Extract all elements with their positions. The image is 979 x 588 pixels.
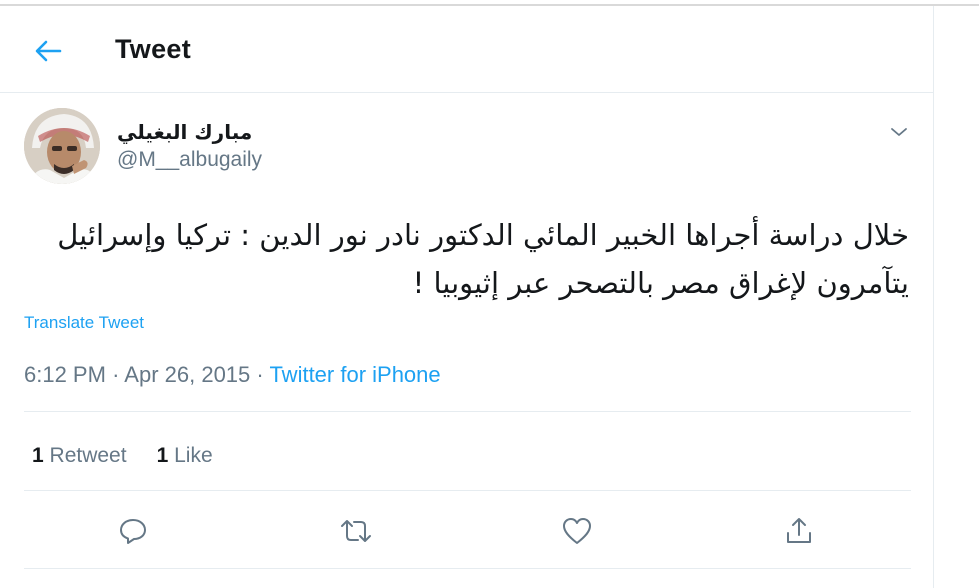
like-count: 1 [156, 444, 169, 467]
like-label: Like [174, 444, 213, 467]
translate-tweet-link[interactable]: Translate Tweet [24, 313, 144, 333]
tweet-text: خلال دراسة أجراها الخبير المائي الدكتور … [57, 218, 909, 300]
tweet-actions [0, 511, 934, 551]
tweet-source-link[interactable]: Twitter for iPhone [269, 362, 440, 387]
divider [24, 411, 911, 412]
share-icon [787, 518, 811, 543]
retweet-icon [341, 520, 371, 542]
tweet-stats: 1 Retweet 1 Like [32, 444, 213, 468]
page-title: Tweet [115, 34, 192, 64]
retweet-button[interactable] [336, 511, 376, 551]
like-count-link[interactable]: 1 Like [157, 444, 213, 468]
divider [24, 490, 911, 491]
retweet-label: Retweet [49, 444, 127, 467]
chevron-down-icon [891, 128, 907, 136]
retweet-count-link[interactable]: 1 Retweet [32, 444, 127, 468]
tweet-time[interactable]: 6:12 PM [24, 362, 106, 387]
avatar-photo [24, 108, 100, 184]
tweet-column: Tweet مبارك البغيلي @M__albugaily خلال د… [0, 6, 934, 588]
reply-button[interactable] [113, 511, 153, 551]
divider [24, 568, 911, 569]
arrow-left-icon [35, 40, 62, 62]
meta-separator: · [112, 362, 120, 387]
retweet-count: 1 [32, 444, 44, 467]
heart-icon [563, 518, 591, 544]
author-name[interactable]: مبارك البغيلي [117, 120, 252, 144]
page-header: Tweet [0, 6, 934, 93]
more-options-button[interactable] [886, 119, 912, 145]
back-button[interactable] [30, 36, 66, 66]
reply-icon [120, 519, 146, 544]
like-button[interactable] [557, 511, 597, 551]
author-handle[interactable]: @M__albugaily [117, 148, 262, 172]
avatar[interactable] [24, 108, 100, 184]
tweet-date[interactable]: Apr 26, 2015 [124, 362, 250, 387]
tweet-meta: 6:12 PM · Apr 26, 2015 · Twitter for iPh… [24, 362, 441, 388]
share-button[interactable] [779, 511, 819, 551]
meta-separator: · [256, 362, 264, 387]
